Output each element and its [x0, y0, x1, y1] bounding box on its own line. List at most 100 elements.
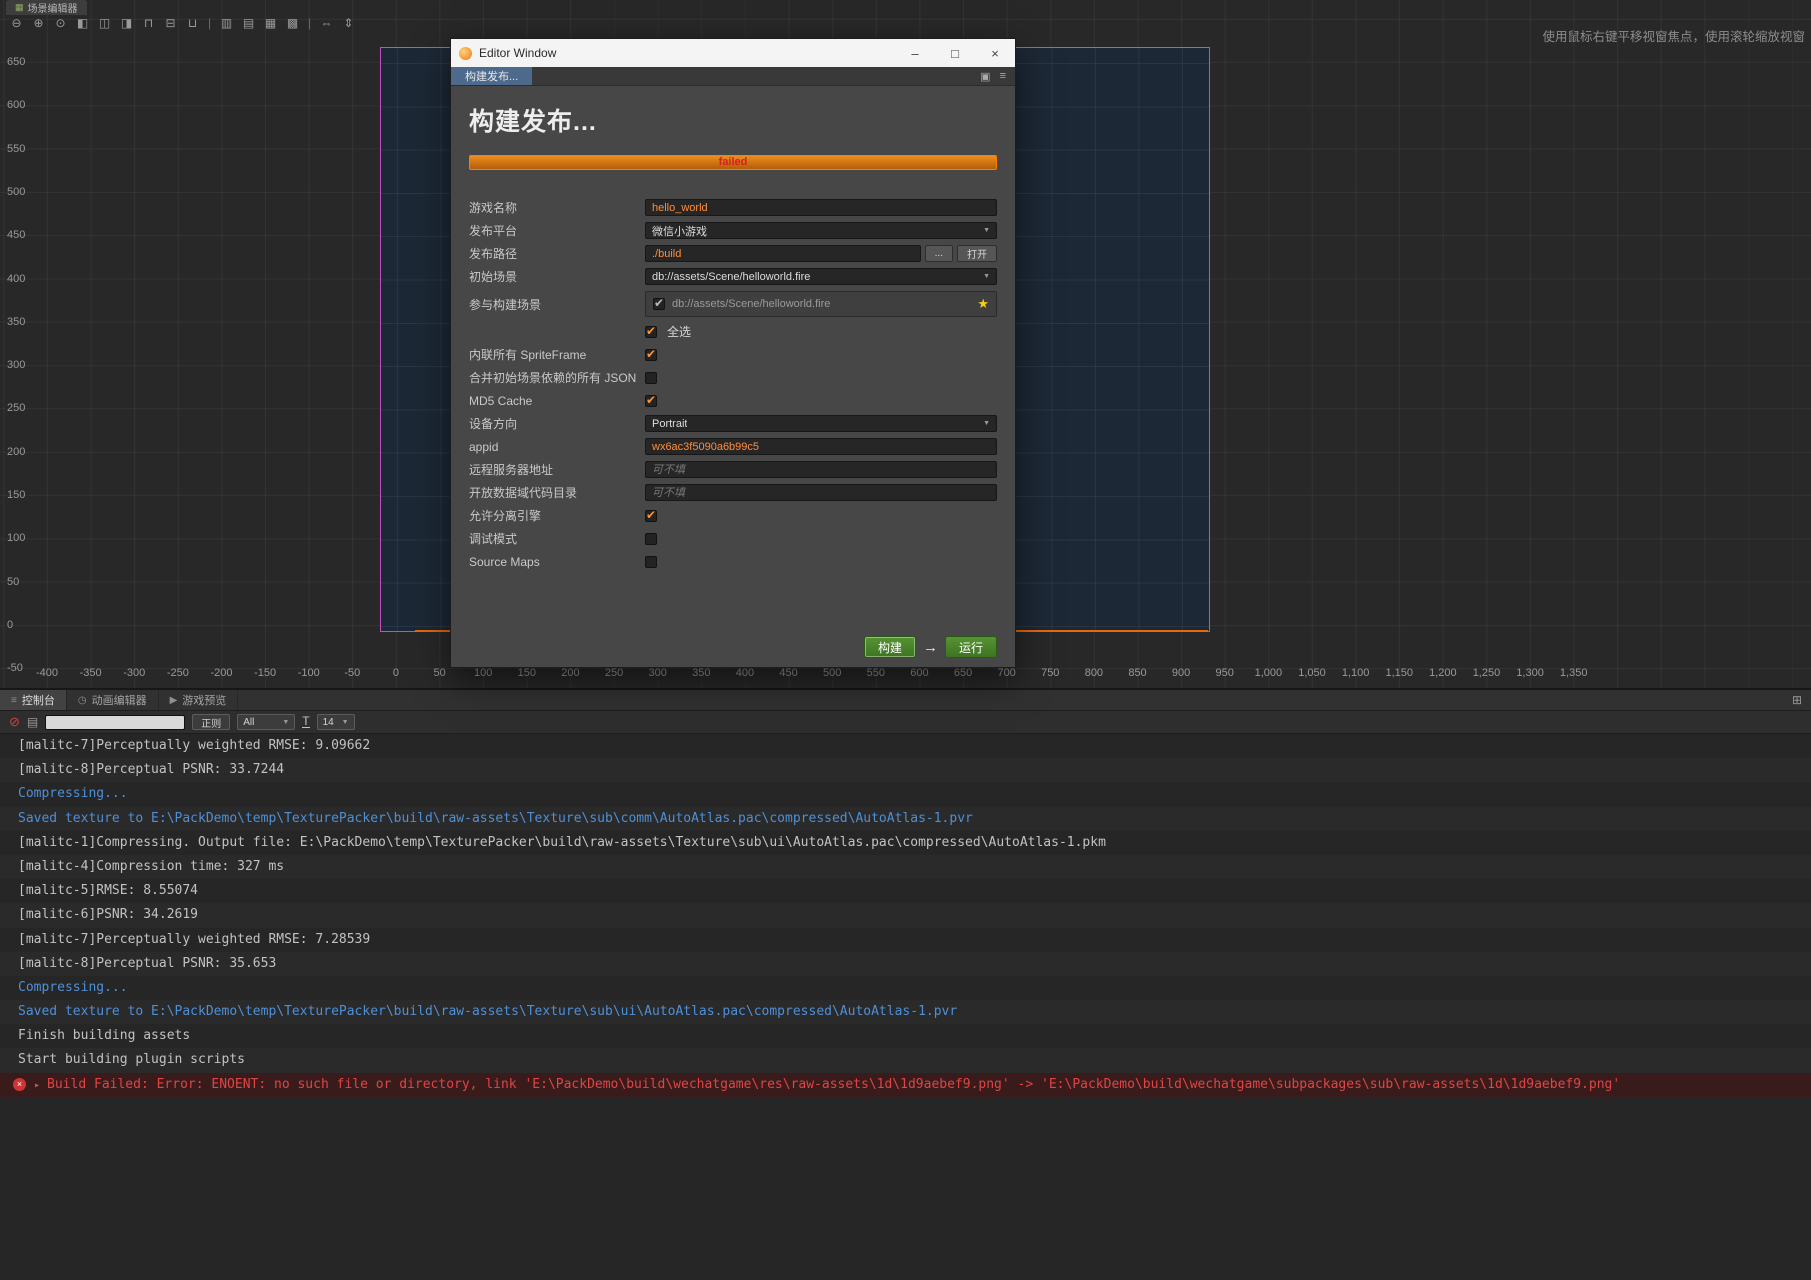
start-scene-select[interactable]: db://assets/Scene/helloworld.fire ▼ [645, 268, 997, 285]
open-data-dir-input[interactable] [645, 484, 997, 501]
form-row: 允许分离引擎 [469, 507, 997, 524]
log-line-error[interactable]: ×▸Build Failed: Error: ENOENT: no such f… [0, 1073, 1811, 1097]
log-line: [malitc-7]Perceptually weighted RMSE: 7.… [0, 928, 1811, 952]
log-filter-select[interactable]: All ▼ [237, 714, 295, 730]
debug-mode-checkbox[interactable] [645, 533, 657, 545]
align-right-icon[interactable]: ◨ [118, 16, 135, 31]
md5-cache-checkbox[interactable] [645, 395, 657, 407]
dialog-title: Editor Window [479, 46, 556, 60]
field-label: Source Maps [469, 555, 645, 569]
build-progress-bar: failed [469, 155, 997, 170]
run-button[interactable]: 运行 [945, 636, 997, 658]
remote-server-input[interactable] [645, 461, 997, 478]
build-settings-form: 游戏名称 发布平台 微信小游戏 ▼ 发布路径 ... 打开 [469, 199, 997, 570]
console-tabbar: ≡ 控制台 ◷ 动画编辑器 ▶ 游戏预览 ⊞ [0, 690, 1811, 711]
dialog-titlebar[interactable]: Editor Window – □ × [451, 39, 1015, 67]
console-search-input[interactable] [45, 715, 185, 730]
source-maps-checkbox[interactable] [645, 556, 657, 568]
platform-select[interactable]: 微信小游戏 ▼ [645, 222, 997, 239]
align-middle-icon[interactable]: ⊟ [162, 16, 179, 31]
panel-layout-icon[interactable]: ⊞ [1792, 693, 1802, 707]
chevron-down-icon: ▼ [983, 227, 990, 234]
build-button[interactable]: 构建 [864, 636, 916, 658]
ruler-h-label: 1,000 [1255, 667, 1283, 679]
expand-vertical-icon[interactable]: ⇕ [340, 16, 357, 31]
form-row: 发布平台 微信小游戏 ▼ [469, 222, 997, 239]
platform-select-value: 微信小游戏 [652, 223, 707, 239]
log-line: Finish building assets [0, 1024, 1811, 1048]
tab-animation-editor[interactable]: ◷ 动画编辑器 [67, 690, 159, 710]
form-row: appid [469, 438, 997, 455]
build-status-text: failed [719, 156, 748, 168]
ruler-h-label: 1,200 [1429, 667, 1457, 679]
panel-menu-icon[interactable]: ≡ [1000, 70, 1006, 82]
distribute-horizontal-icon[interactable]: ▥ [218, 16, 235, 31]
distribute-vertical-icon[interactable]: ▤ [240, 16, 257, 31]
orientation-select[interactable]: Portrait ▼ [645, 415, 997, 432]
ruler-h-label: 1,300 [1516, 667, 1544, 679]
ruler-h-label: -100 [298, 667, 320, 679]
ruler-v-label: 300 [7, 359, 33, 371]
ruler-h-label: 850 [1128, 667, 1146, 679]
inline-spriteframe-checkbox[interactable] [645, 349, 657, 361]
ruler-v-label: 50 [7, 576, 33, 588]
field-label: 内联所有 SpriteFrame [469, 346, 645, 363]
log-line: [malitc-8]Perceptual PSNR: 35.653 [0, 952, 1811, 976]
close-button[interactable]: × [975, 39, 1015, 67]
field-label: MD5 Cache [469, 394, 645, 408]
align-left-icon[interactable]: ◧ [74, 16, 91, 31]
form-row: 设备方向 Portrait ▼ [469, 415, 997, 432]
regex-toggle-button[interactable]: 正则 [192, 714, 230, 730]
ruler-v-label: 200 [7, 446, 33, 458]
font-icon[interactable]: T [302, 716, 309, 728]
ruler-v-label: 650 [7, 56, 33, 68]
form-row: 游戏名称 [469, 199, 997, 216]
ruler-v-label: 600 [7, 99, 33, 111]
build-path-input[interactable] [645, 245, 921, 262]
align-center-icon[interactable]: ◫ [96, 16, 113, 31]
expand-arrow-icon[interactable]: ▸ [34, 1080, 40, 1091]
align-bottom-icon[interactable]: ⊔ [184, 16, 201, 31]
browse-button[interactable]: ... [925, 245, 953, 262]
popout-icon[interactable]: ▣ [980, 70, 990, 83]
expand-horizontal-icon[interactable]: ⇔ [318, 16, 335, 31]
appid-input[interactable] [645, 438, 997, 455]
tab-game-preview[interactable]: ▶ 游戏预览 [159, 690, 239, 710]
scene-item-label: db://assets/Scene/helloworld.fire [672, 298, 830, 310]
ruler-h-label: 400 [736, 667, 754, 679]
stretch-vertical-icon[interactable]: ▩ [284, 16, 301, 31]
zoom-in-icon[interactable]: ⊕ [30, 16, 47, 31]
merge-json-checkbox[interactable] [645, 372, 657, 384]
ruler-h-label: -50 [344, 667, 360, 679]
stretch-horizontal-icon[interactable]: ▦ [262, 16, 279, 31]
game-name-input[interactable] [645, 199, 997, 216]
select-all-checkbox[interactable] [645, 326, 657, 338]
zoom-out-icon[interactable]: ⊖ [8, 16, 25, 31]
minimize-button[interactable]: – [895, 39, 935, 67]
form-row: 参与构建场景 db://assets/Scene/helloworld.fire… [469, 291, 997, 317]
maximize-button[interactable]: □ [935, 39, 975, 67]
zoom-reset-icon[interactable]: ⊙ [52, 16, 69, 31]
log-line: [malitc-1]Compressing. Output file: E:\P… [0, 831, 1811, 855]
align-top-icon[interactable]: ⊓ [140, 16, 157, 31]
ruler-h-label: 350 [692, 667, 710, 679]
ruler-h-label: 550 [867, 667, 885, 679]
log-line: [malitc-5]RMSE: 8.55074 [0, 879, 1811, 903]
log-file-icon[interactable]: ▤ [27, 715, 38, 729]
ruler-h-label: 150 [518, 667, 536, 679]
scene-item-checkbox[interactable] [653, 298, 665, 310]
separate-engine-checkbox[interactable] [645, 510, 657, 522]
field-label: 初始场景 [469, 268, 645, 285]
tab-console[interactable]: ≡ 控制台 [0, 690, 67, 710]
font-size-select[interactable]: 14 ▼ [317, 714, 355, 730]
log-line: Start building plugin scripts [0, 1048, 1811, 1072]
scene-editor-tab-label: 场景编辑器 [28, 0, 78, 15]
clear-logs-icon[interactable]: ⊘ [9, 714, 20, 730]
tab-build-publish[interactable]: 构建发布... [451, 67, 532, 85]
form-row: Source Maps [469, 553, 997, 570]
ruler-v-label: 450 [7, 229, 33, 241]
tab-scene-editor[interactable]: ▦ 场景编辑器 [6, 0, 87, 15]
app-icon [459, 47, 472, 60]
log-line: Compressing... [0, 782, 1811, 806]
open-folder-button[interactable]: 打开 [957, 245, 997, 262]
